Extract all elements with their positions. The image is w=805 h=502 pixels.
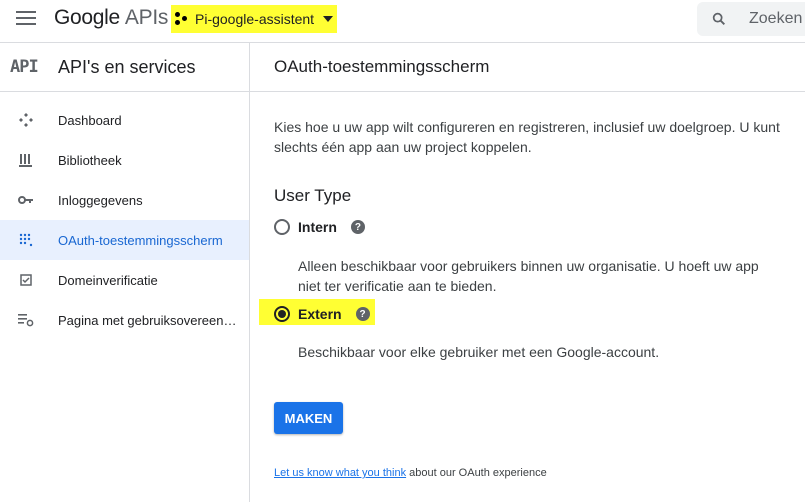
checkbox-icon bbox=[18, 272, 34, 288]
create-button[interactable]: MAKEN bbox=[274, 402, 343, 434]
sidebar-item-dashboard[interactable]: Dashboard bbox=[0, 100, 249, 140]
logo-google: Google bbox=[54, 6, 120, 29]
sidebar-item-library[interactable]: Bibliotheek bbox=[0, 140, 249, 180]
search-placeholder: Zoeken bbox=[749, 10, 803, 27]
library-icon bbox=[18, 152, 34, 168]
user-type-heading: User Type bbox=[274, 186, 352, 205]
help-icon[interactable]: ? bbox=[350, 220, 365, 234]
search-icon bbox=[712, 12, 725, 25]
sidebar-title: API's en services bbox=[58, 56, 196, 77]
radio-label: Intern bbox=[298, 219, 337, 235]
sidebar-item-oauth-consent[interactable]: OAuth-toestemmingsscherm bbox=[0, 220, 249, 260]
sidebar-item-label: Domeinverificatie bbox=[58, 272, 158, 288]
radio-label: Extern bbox=[298, 306, 342, 322]
consent-icon bbox=[18, 232, 34, 248]
project-icon bbox=[175, 12, 189, 26]
radio-extern[interactable]: Extern ? bbox=[274, 306, 370, 322]
sidebar-item-label: Dashboard bbox=[58, 112, 122, 128]
radio-button-selected[interactable] bbox=[274, 306, 290, 322]
project-name: Pi-google-assistent bbox=[195, 11, 315, 27]
sidebar-item-label: Pagina met gebruiksovereen… bbox=[58, 312, 237, 328]
radio-button[interactable] bbox=[274, 219, 290, 235]
sidebar-item-terms-page[interactable]: Pagina met gebruiksovereen… bbox=[0, 300, 249, 340]
dashboard-icon bbox=[18, 112, 34, 128]
key-icon bbox=[18, 192, 34, 208]
radio-intern[interactable]: Intern ? bbox=[274, 219, 365, 235]
extern-description: Beschikbaar voor elke gebruiker met een … bbox=[298, 344, 660, 360]
sidebar-header: API API's en services bbox=[0, 43, 249, 92]
sidebar-item-label: OAuth-toestemmingsscherm bbox=[58, 232, 223, 248]
top-app-bar: Google APIs Pi-google-assistent Zoeken bbox=[0, 0, 805, 43]
sidebar-item-label: Inloggegevens bbox=[58, 192, 143, 208]
main-content: OAuth-toestemmingsscherm Kies hoe u uw a… bbox=[250, 43, 805, 502]
google-apis-logo[interactable]: Google APIs bbox=[54, 6, 168, 30]
api-icon: API bbox=[10, 57, 39, 77]
sidebar-item-label: Bibliotheek bbox=[58, 152, 122, 168]
sidebar: API API's en services Dashboard Biblioth… bbox=[0, 43, 250, 502]
feedback-text: Let us know what you think about our OAu… bbox=[274, 467, 547, 479]
page-title: OAuth-toestemmingsscherm bbox=[250, 43, 805, 92]
feedback-link[interactable]: Let us know what you think bbox=[274, 467, 406, 479]
intern-description: Alleen beschikbaar voor gebruikers binne… bbox=[298, 258, 759, 294]
intro-text: Kies hoe u uw app wilt configureren en r… bbox=[274, 119, 780, 155]
chevron-down-icon bbox=[323, 16, 334, 22]
project-selector[interactable]: Pi-google-assistent bbox=[171, 5, 337, 33]
sidebar-item-domain-verification[interactable]: Domeinverificatie bbox=[0, 260, 249, 300]
search-input[interactable]: Zoeken bbox=[697, 2, 805, 36]
logo-apis: APIs bbox=[124, 6, 169, 29]
sidebar-nav: Dashboard Bibliotheek Inloggegevens OAut… bbox=[0, 100, 249, 340]
menu-icon[interactable] bbox=[16, 11, 36, 27]
feedback-suffix: about our OAuth experience bbox=[406, 467, 547, 479]
sidebar-item-credentials[interactable]: Inloggegevens bbox=[0, 180, 249, 220]
help-icon[interactable]: ? bbox=[355, 307, 370, 321]
settings-list-icon bbox=[18, 312, 34, 328]
